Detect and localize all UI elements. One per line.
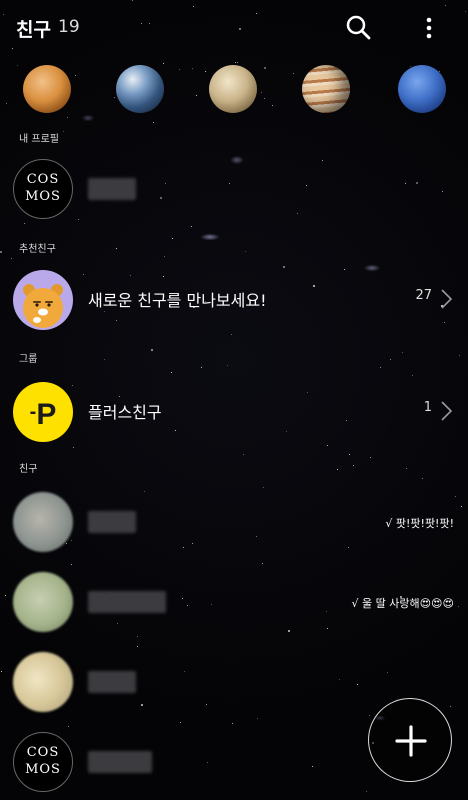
lion-character-icon xyxy=(23,284,63,328)
avatar-logo-text: COS MOS xyxy=(25,172,61,204)
more-options-icon[interactable] xyxy=(413,12,445,44)
star xyxy=(180,722,181,723)
section-label-recommended: 추천친구 xyxy=(19,244,56,255)
top-bar: 친구 19 xyxy=(0,0,468,56)
section-label-group: 그룹 xyxy=(19,354,38,365)
star xyxy=(349,454,350,455)
plus-icon xyxy=(395,725,427,757)
star xyxy=(191,226,192,227)
avatar xyxy=(13,652,73,712)
plus-friend-icon: -P xyxy=(13,382,73,442)
friend-row[interactable]: √ 울 딸 사랑해😍😍😍 xyxy=(0,567,468,637)
chevron-right-icon xyxy=(440,287,454,311)
plus-friend-count: 1 xyxy=(423,400,432,415)
avatar: COS MOS xyxy=(13,732,73,792)
earth-image xyxy=(116,65,164,113)
avatar-logo-text: COS MOS xyxy=(25,745,61,777)
star xyxy=(67,117,68,118)
page-title: 친구 xyxy=(16,19,51,41)
recommended-friends-row[interactable]: 새로운 친구를 만나보세요! 27 xyxy=(0,265,468,335)
star xyxy=(227,365,228,366)
star xyxy=(201,367,202,368)
avatar xyxy=(13,572,73,632)
star xyxy=(402,352,403,353)
star xyxy=(412,375,413,376)
friend-status-message: √ 팟!팟!팟!팟! xyxy=(385,517,454,530)
planet-banner[interactable] xyxy=(0,63,468,115)
my-profile-row[interactable]: COS MOS xyxy=(0,154,468,224)
star xyxy=(257,718,258,719)
star xyxy=(337,469,338,470)
neptune-image xyxy=(398,65,446,113)
star xyxy=(71,564,72,565)
star xyxy=(63,131,64,132)
friend-name-redacted xyxy=(88,751,152,773)
star xyxy=(353,465,354,466)
avatar xyxy=(13,492,73,552)
search-icon[interactable] xyxy=(343,12,375,44)
star xyxy=(172,238,173,239)
plus-friend-row[interactable]: -P 플러스친구 1 xyxy=(0,377,468,447)
plus-friend-badge: P xyxy=(36,398,57,431)
star xyxy=(406,468,407,469)
star xyxy=(232,723,233,724)
friend-name-redacted xyxy=(88,671,136,693)
star xyxy=(153,122,154,123)
plus-friend-label: 플러스친구 xyxy=(88,403,162,422)
friend-row[interactable]: √ 팟!팟!팟!팟! xyxy=(0,487,468,557)
friend-name-redacted xyxy=(88,511,136,533)
star xyxy=(171,372,172,373)
star xyxy=(390,359,391,360)
recommended-count: 27 xyxy=(415,288,432,303)
profile-name-redacted xyxy=(88,178,136,200)
recommended-label: 새로운 친구를 만나보세요! xyxy=(88,291,267,310)
section-label-friends: 친구 xyxy=(19,464,38,475)
friend-count: 19 xyxy=(58,17,80,37)
star xyxy=(164,256,165,257)
avatar xyxy=(13,270,73,330)
chevron-right-icon xyxy=(440,399,454,423)
mercury-image xyxy=(209,65,257,113)
star xyxy=(245,251,246,252)
star xyxy=(262,563,263,564)
star xyxy=(151,349,153,351)
star xyxy=(0,251,2,253)
star xyxy=(459,355,460,356)
venus-image xyxy=(23,65,71,113)
star xyxy=(243,454,244,455)
section-label-my-profile: 내 프로필 xyxy=(19,134,59,145)
star xyxy=(104,359,105,360)
star xyxy=(116,248,117,249)
add-friend-button[interactable] xyxy=(368,698,452,782)
friend-name-redacted xyxy=(88,591,166,613)
star xyxy=(73,447,74,448)
star xyxy=(11,258,12,259)
star xyxy=(370,457,371,458)
star xyxy=(422,478,423,479)
jupiter-image xyxy=(302,65,350,113)
avatar: COS MOS xyxy=(13,159,73,219)
friend-status-message: √ 울 딸 사랑해😍😍😍 xyxy=(351,597,454,610)
star xyxy=(380,367,381,368)
